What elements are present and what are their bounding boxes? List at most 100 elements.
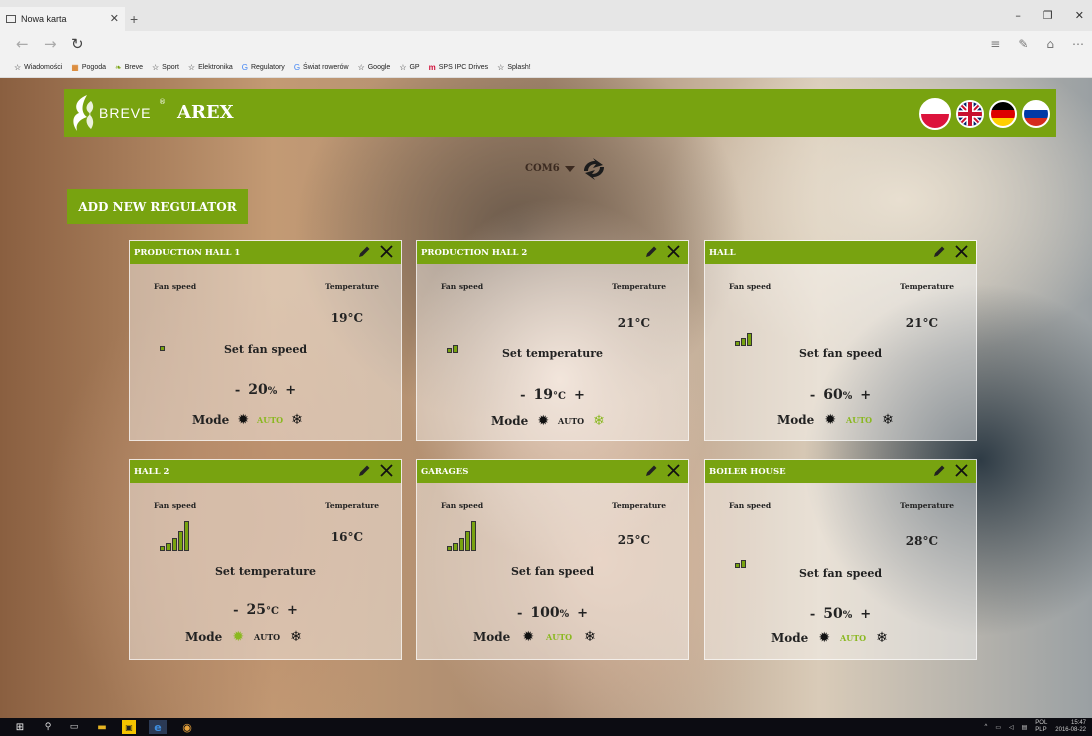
close-icon[interactable] — [666, 463, 681, 478]
favorite-item[interactable]: ☆ Elektronika — [188, 63, 233, 72]
lang-de-flag-icon[interactable] — [989, 100, 1017, 128]
increase-button[interactable]: + — [860, 388, 871, 403]
refresh-page-icon[interactable]: ↻ — [71, 35, 84, 53]
favorite-item[interactable]: ☆ Google — [358, 63, 391, 72]
heat-mode-sun-icon[interactable]: ✹ — [824, 413, 836, 427]
cool-mode-snowflake-icon[interactable]: ❄ — [882, 413, 894, 427]
add-regulator-button[interactable]: ADD NEW REGULATOR — [67, 189, 248, 224]
favorite-item[interactable]: ❧ Breve — [115, 63, 143, 72]
heat-mode-sun-icon[interactable]: ✹ — [232, 630, 244, 644]
input-language[interactable]: POL PLP — [1035, 720, 1047, 734]
lang-ru-flag-icon[interactable] — [1022, 100, 1050, 128]
minimize-icon[interactable]: – — [1015, 9, 1021, 22]
heat-mode-sun-icon[interactable]: ✹ — [818, 631, 830, 645]
auto-mode-button[interactable]: AUTO — [558, 416, 584, 426]
favorite-item[interactable]: m SPS IPC Drives — [429, 63, 489, 72]
star-icon: ☆ — [14, 63, 22, 72]
auto-mode-button[interactable]: AUTO — [546, 632, 572, 642]
regulator-card: GARAGES Fan speed Temperature 25°C Set f… — [416, 459, 689, 660]
heat-mode-sun-icon[interactable]: ✹ — [522, 630, 534, 644]
heat-mode-sun-icon[interactable]: ✹ — [537, 414, 549, 428]
edit-icon[interactable] — [644, 245, 658, 259]
cool-mode-snowflake-icon[interactable]: ❄ — [876, 631, 888, 645]
decrease-button[interactable]: - — [810, 607, 815, 622]
sticky-app-icon[interactable]: ▣ — [122, 720, 136, 734]
share-icon[interactable]: ⌂ — [1046, 37, 1054, 51]
task-view-icon[interactable]: ▭ — [68, 720, 80, 734]
setpoint-value-wrap: 60% — [823, 384, 852, 403]
edit-icon[interactable] — [644, 464, 658, 478]
close-icon[interactable] — [666, 244, 681, 259]
refresh-ports-icon[interactable] — [581, 155, 607, 183]
window-close-icon[interactable]: ✕ — [1075, 9, 1084, 22]
back-icon[interactable]: ← — [16, 35, 29, 53]
edit-icon[interactable] — [932, 245, 946, 259]
edit-icon[interactable] — [932, 464, 946, 478]
fan-level-bar — [471, 521, 476, 551]
system-tray: ^ ▭ ◁ ▤ POL PLP 15:47 2016-08-22 — [984, 720, 1086, 734]
chrome-icon[interactable]: ◉ — [180, 720, 194, 734]
network-icon[interactable]: ▭ — [995, 724, 1001, 731]
browser-tab[interactable]: Nowa karta ✕ — [0, 7, 125, 31]
favorite-item[interactable]: ☆ GP — [399, 63, 419, 72]
hub-icon[interactable]: ≡ — [990, 37, 1000, 51]
setpoint-unit: °C — [266, 606, 279, 617]
card-header: HALL 2 — [130, 460, 401, 483]
increase-button[interactable]: + — [577, 606, 588, 621]
restore-icon[interactable]: ❐ — [1043, 9, 1053, 22]
tab-close-icon[interactable]: ✕ — [110, 12, 119, 25]
file-explorer-icon[interactable]: ▬ — [96, 720, 108, 734]
more-icon[interactable]: ⋯ — [1072, 37, 1084, 51]
search-icon[interactable]: ⚲ — [42, 720, 54, 734]
mode-selector: Mode ✹ AUTO ❄ — [491, 414, 605, 428]
temperature-value: 25°C — [617, 533, 650, 547]
cool-mode-snowflake-icon[interactable]: ❄ — [593, 414, 605, 428]
volume-icon[interactable]: ◁ — [1009, 724, 1014, 731]
close-icon[interactable] — [954, 244, 969, 259]
auto-mode-button[interactable]: AUTO — [840, 633, 866, 643]
close-icon[interactable] — [954, 463, 969, 478]
decrease-button[interactable]: - — [233, 603, 238, 618]
regulator-card: HALL Fan speed Temperature 21°C Set fan … — [704, 240, 977, 441]
start-windows-icon[interactable]: ⊞ — [14, 720, 26, 734]
close-icon[interactable] — [379, 244, 394, 259]
favorite-item[interactable]: ☆ Sport — [152, 63, 179, 72]
increase-button[interactable]: + — [287, 603, 298, 618]
decrease-button[interactable]: - — [520, 388, 525, 403]
web-note-icon[interactable]: ✎ — [1018, 37, 1028, 51]
fan-speed-label: Fan speed — [154, 501, 197, 510]
lang-en-flag-icon[interactable] — [956, 100, 984, 128]
favorite-item[interactable]: ▦ Pogoda — [71, 63, 106, 72]
favorite-item[interactable]: ☆ Wiadomości — [14, 63, 62, 72]
fan-level-bar — [747, 333, 752, 346]
auto-mode-button[interactable]: AUTO — [257, 415, 283, 425]
favorite-item[interactable]: G Świat rowerów — [294, 63, 349, 72]
cool-mode-snowflake-icon[interactable]: ❄ — [584, 630, 596, 644]
decrease-button[interactable]: - — [235, 383, 240, 398]
auto-mode-button[interactable]: AUTO — [254, 632, 280, 642]
fan-speed-label: Fan speed — [729, 282, 772, 291]
new-tab-icon[interactable]: + — [130, 11, 138, 27]
edit-icon[interactable] — [357, 245, 371, 259]
favorite-item[interactable]: G Regulatory — [242, 63, 285, 72]
decrease-button[interactable]: - — [517, 606, 522, 621]
edge-browser-icon[interactable]: e — [149, 720, 167, 734]
notifications-icon[interactable]: ▤ — [1022, 724, 1028, 731]
increase-button[interactable]: + — [574, 388, 585, 403]
tray-chevron-up-icon[interactable]: ^ — [984, 724, 987, 730]
lang-pl-flag-icon[interactable] — [919, 98, 951, 130]
edit-icon[interactable] — [357, 464, 371, 478]
cool-mode-snowflake-icon[interactable]: ❄ — [290, 630, 302, 644]
setpoint-control: - 100% + — [417, 602, 688, 621]
heat-mode-sun-icon[interactable]: ✹ — [237, 413, 249, 427]
favorite-item[interactable]: ☆ Splash! — [497, 63, 531, 72]
forward-icon[interactable]: → — [44, 35, 57, 53]
increase-button[interactable]: + — [860, 607, 871, 622]
increase-button[interactable]: + — [285, 383, 296, 398]
decrease-button[interactable]: - — [810, 388, 815, 403]
clock[interactable]: 15:47 2016-08-22 — [1055, 720, 1086, 734]
cool-mode-snowflake-icon[interactable]: ❄ — [291, 413, 303, 427]
close-icon[interactable] — [379, 463, 394, 478]
auto-mode-button[interactable]: AUTO — [846, 415, 872, 425]
port-select[interactable]: COM6 — [525, 163, 575, 174]
